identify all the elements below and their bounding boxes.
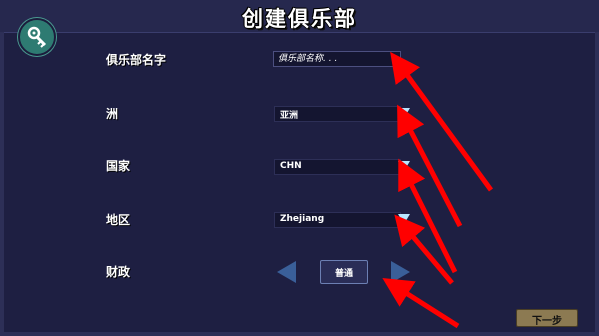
create-club-screen: 创建俱乐部 俱乐部名字 洲 亚洲 国家 CHN 地区 Zhejiang 财政 普…	[0, 0, 599, 336]
annotation-arrows	[382, 51, 494, 329]
arrow-to-finance	[382, 277, 460, 329]
arrow-to-name-field	[390, 51, 494, 192]
